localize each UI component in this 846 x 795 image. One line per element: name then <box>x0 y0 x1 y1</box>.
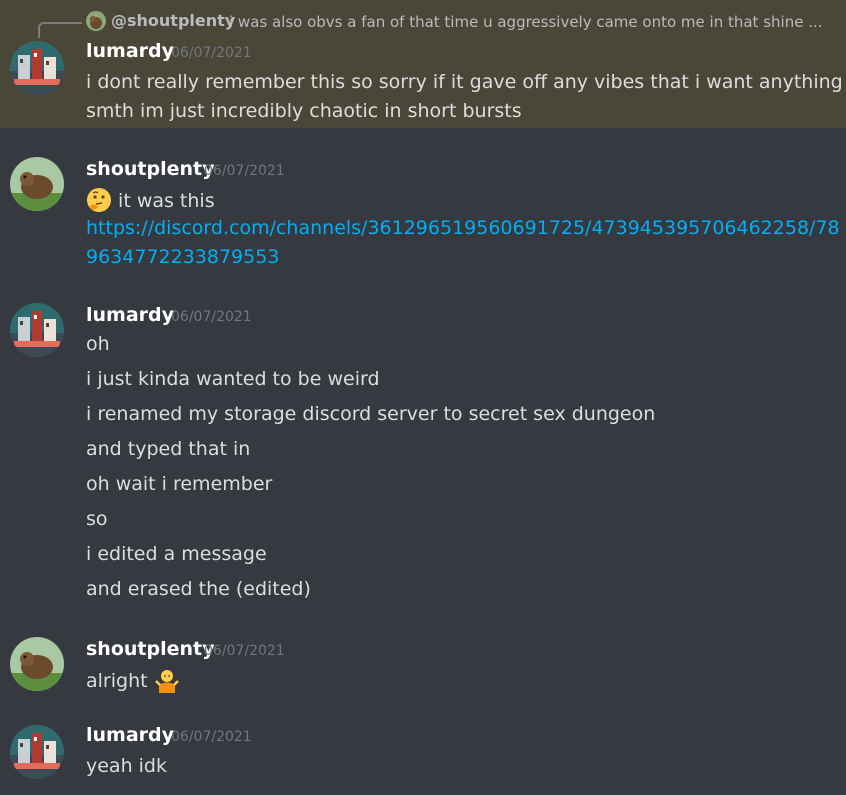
message-line: oh wait i remember <box>86 473 273 495</box>
message-line: smth im just incredibly chaotic in short… <box>86 100 522 122</box>
message-link-continued[interactable]: 9634772233879553 <box>86 246 279 268</box>
avatar[interactable] <box>10 637 64 691</box>
message-line: i edited a message <box>86 543 267 565</box>
message-line: alright <box>86 667 180 693</box>
author-name[interactable]: lumardy <box>86 40 174 62</box>
message-group-lumardy-1[interactable]: @shoutplenty i was also obvs a fan of th… <box>0 0 846 128</box>
message-text: it was this <box>118 190 215 212</box>
message-group-lumardy-2[interactable]: lumardy 06/07/2021 oh i just kinda wante… <box>0 296 846 606</box>
message-line: and erased the (edited) <box>86 578 311 600</box>
reply-spine <box>38 22 82 38</box>
message-line: so <box>86 508 108 530</box>
avatar[interactable] <box>10 157 64 211</box>
author-name[interactable]: lumardy <box>86 724 174 746</box>
message-line: oh <box>86 333 110 355</box>
message-link[interactable]: https://discord.com/channels/36129651956… <box>86 217 840 239</box>
author-name[interactable]: shoutplenty <box>86 638 215 660</box>
message-timestamp: 06/07/2021 <box>171 309 252 325</box>
message-timestamp: 06/07/2021 <box>204 163 285 179</box>
reply-author[interactable]: @shoutplenty <box>111 11 235 30</box>
message-timestamp: 06/07/2021 <box>171 729 252 745</box>
message-line: and typed that in <box>86 438 251 460</box>
message-group-shoutplenty-2[interactable]: shoutplenty 06/07/2021 alright <box>0 630 846 700</box>
message-timestamp: 06/07/2021 <box>204 643 285 659</box>
person-shrugging-icon <box>154 670 179 693</box>
avatar[interactable] <box>10 303 64 357</box>
reply-reference[interactable]: @shoutplenty i was also obvs a fan of th… <box>0 0 846 40</box>
message-line: yeah idk <box>86 755 168 777</box>
message-group-shoutplenty-1[interactable]: shoutplenty 06/07/2021 it was this https… <box>0 150 846 270</box>
thinking-face-icon <box>87 188 111 212</box>
chat-messages: @shoutplenty i was also obvs a fan of th… <box>0 0 846 795</box>
message-text: alright <box>86 670 148 692</box>
message-line: i renamed my storage discord server to s… <box>86 403 656 425</box>
reply-avatar[interactable] <box>86 11 106 31</box>
avatar[interactable] <box>10 725 64 779</box>
message-line: it was this <box>86 187 215 213</box>
message-line: i just kinda wanted to be weird <box>86 368 380 390</box>
author-name[interactable]: shoutplenty <box>86 158 215 180</box>
avatar[interactable] <box>10 41 64 95</box>
author-name[interactable]: lumardy <box>86 304 174 326</box>
reply-preview-text[interactable]: i was also obvs a fan of that time u agg… <box>229 13 833 31</box>
message-line: i dont really remember this so sorry if … <box>86 71 846 93</box>
message-group-lumardy-3[interactable]: lumardy 06/07/2021 yeah idk <box>0 718 846 795</box>
message-timestamp: 06/07/2021 <box>171 45 252 61</box>
